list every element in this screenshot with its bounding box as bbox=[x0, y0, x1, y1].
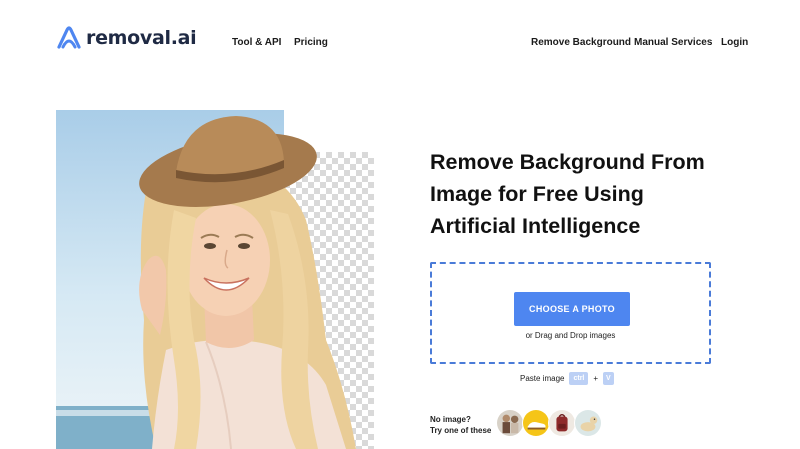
logo-text: removal.ai bbox=[86, 27, 197, 49]
choose-photo-button[interactable]: CHOOSE A PHOTO bbox=[514, 292, 630, 326]
logo[interactable]: removal.ai bbox=[56, 26, 197, 50]
paste-label: Paste image bbox=[520, 373, 565, 383]
headline-line: Remove Background From bbox=[430, 150, 705, 174]
nav-login[interactable]: Login bbox=[721, 37, 748, 48]
sample-thumbnails bbox=[496, 409, 602, 437]
headline-line: Image for Free Using bbox=[430, 182, 644, 206]
nav-manual-services[interactable]: Manual Services bbox=[634, 37, 712, 48]
page-title: Remove Background From Image for Free Us… bbox=[430, 146, 760, 242]
sample-dog-thumbnail[interactable] bbox=[574, 409, 602, 437]
nav-remove-background[interactable]: Remove Background bbox=[531, 37, 631, 48]
woman-portrait bbox=[139, 116, 356, 449]
v-key-badge: V bbox=[603, 371, 614, 385]
samples-line1: No image? bbox=[430, 415, 471, 424]
upload-dropzone[interactable]: CHOOSE A PHOTO or Drag and Drop images bbox=[430, 262, 711, 364]
nav-pricing[interactable]: Pricing bbox=[294, 37, 328, 48]
sample-shoe-thumbnail[interactable] bbox=[522, 409, 550, 437]
sample-backpack-thumbnail[interactable] bbox=[548, 409, 576, 437]
logo-icon bbox=[57, 26, 81, 49]
paste-hint: Paste image ctrl + V bbox=[520, 371, 614, 385]
hero-image bbox=[56, 110, 374, 449]
nav-tool-api[interactable]: Tool & API bbox=[232, 37, 281, 48]
samples-line2: Try one of these bbox=[430, 426, 492, 435]
site-header: removal.ai Tool & API Pricing Remove Bac… bbox=[0, 0, 800, 86]
headline-line: Artificial Intelligence bbox=[430, 214, 641, 238]
sample-people-thumbnail[interactable] bbox=[496, 409, 524, 437]
sample-images-label: No image? Try one of these bbox=[430, 414, 491, 436]
plus-sign: + bbox=[593, 373, 599, 383]
ctrl-key-badge: ctrl bbox=[569, 371, 589, 385]
drag-drop-text: or Drag and Drop images bbox=[525, 331, 616, 340]
